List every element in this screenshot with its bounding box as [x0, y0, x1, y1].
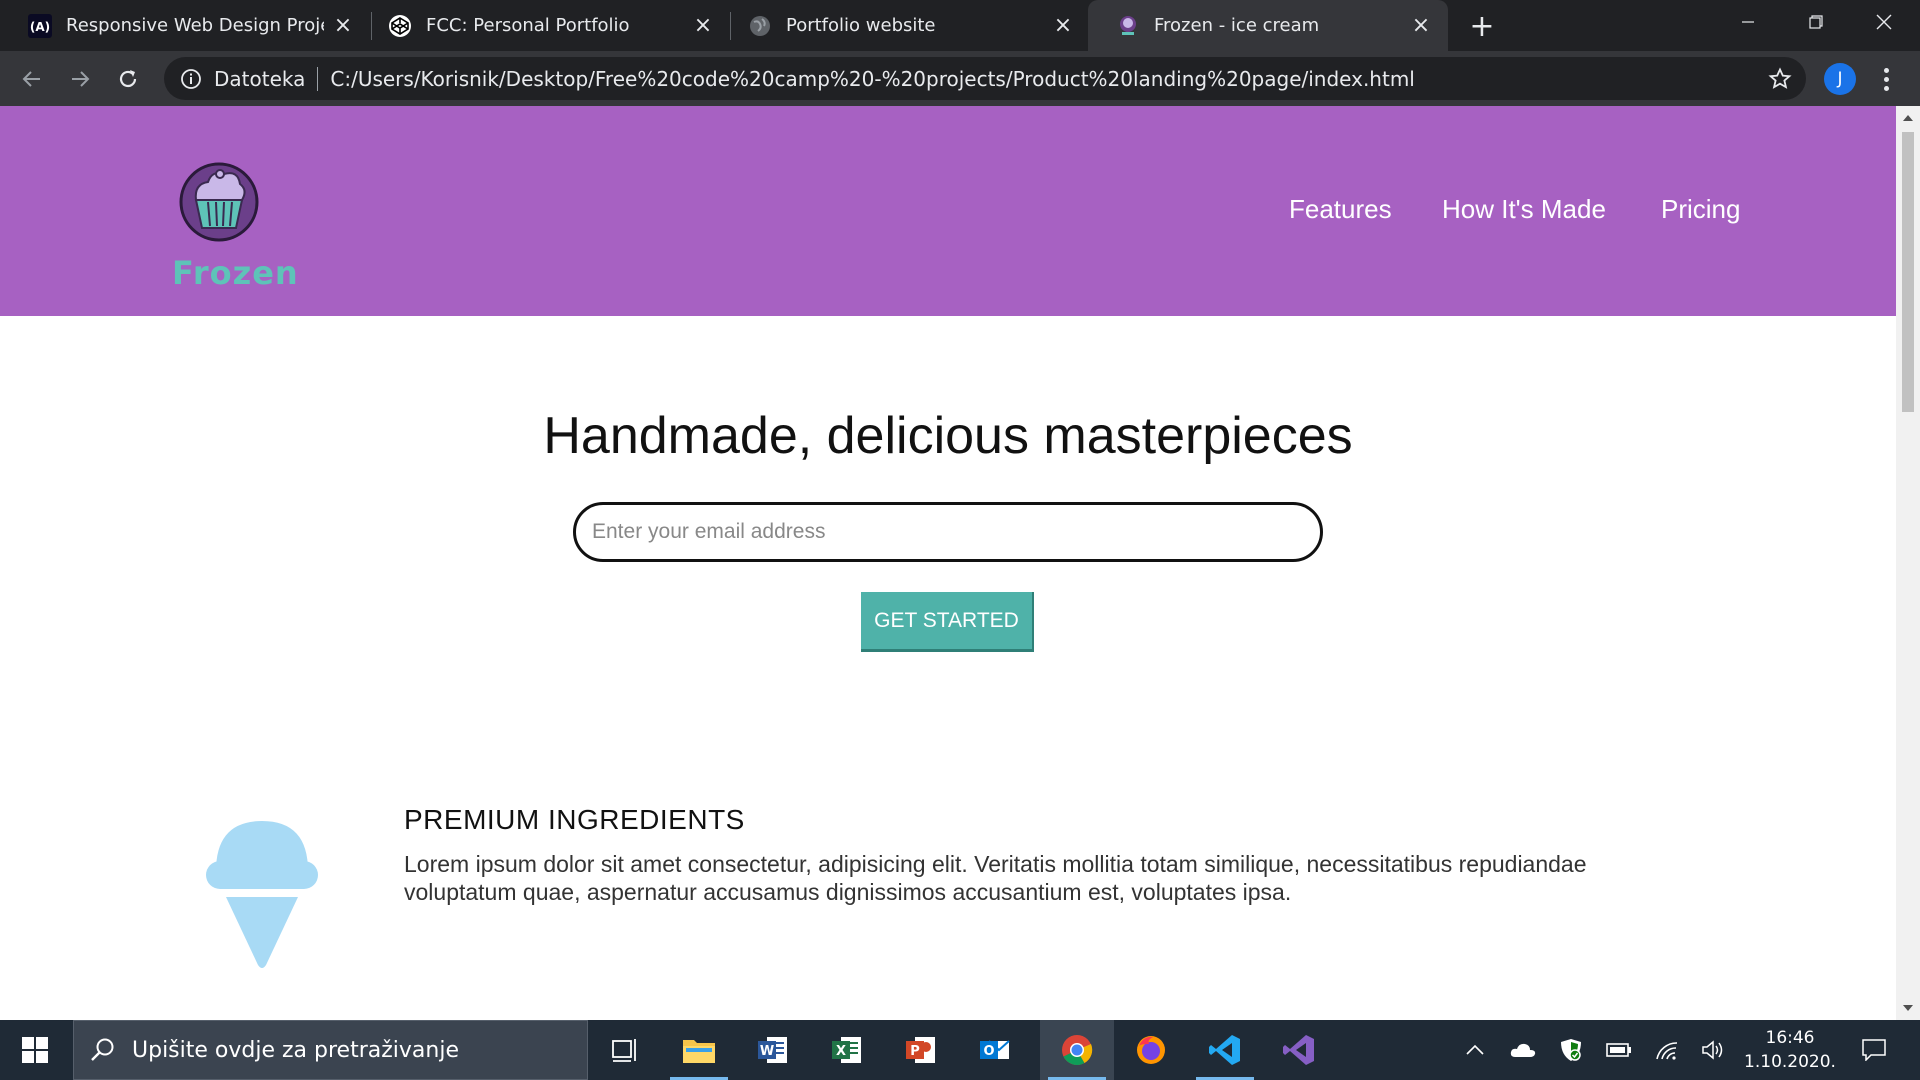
ice-cream-icon: [204, 813, 320, 973]
restore-button[interactable]: [1782, 0, 1850, 44]
svg-text:X: X: [836, 1044, 846, 1059]
visual-studio-icon[interactable]: [1262, 1020, 1336, 1080]
taskbar-search-box[interactable]: Upišite ovdje za pretraživanje: [73, 1020, 588, 1080]
address-bar[interactable]: Datoteka C:/Users/Korisnik/Desktop/Free%…: [164, 57, 1806, 100]
close-tab-icon[interactable]: ×: [332, 13, 354, 38]
chrome-icon[interactable]: [1040, 1020, 1114, 1080]
outlook-icon[interactable]: O: [958, 1020, 1032, 1080]
tab-title: Portfolio website: [786, 15, 936, 36]
tab-frozen-ice-cream[interactable]: Frozen - ice cream ×: [1088, 0, 1448, 51]
codepen-icon: [388, 14, 412, 38]
svg-text:(A): (A): [30, 20, 50, 34]
search-icon: [90, 1037, 116, 1063]
svg-text:O: O: [983, 1044, 994, 1059]
new-tab-button[interactable]: +: [1466, 9, 1498, 44]
tab-title: FCC: Personal Portfolio: [426, 15, 630, 36]
chrome-menu-icon[interactable]: [1872, 63, 1900, 95]
minimize-button[interactable]: [1714, 0, 1782, 44]
search-placeholder: Upišite ovdje za pretraživanje: [132, 1037, 459, 1063]
windows-security-icon[interactable]: [1556, 1020, 1586, 1080]
close-window-button[interactable]: [1850, 0, 1918, 44]
tab-responsive-web-design[interactable]: (A) Responsive Web Design Projects ×: [0, 0, 370, 51]
taskbar-clock[interactable]: 16:46 1.10.2020.: [1730, 1026, 1850, 1074]
info-icon[interactable]: [178, 66, 204, 92]
page-viewport: Frozen Features How It's Made Pricing Ha…: [0, 106, 1896, 1020]
divider: [317, 66, 319, 91]
tab-strip: (A) Responsive Web Design Projects × FCC…: [0, 0, 1920, 51]
hero-title: Handmade, delicious masterpieces: [543, 407, 1353, 465]
powerpoint-icon[interactable]: P: [884, 1020, 958, 1080]
task-view-icon[interactable]: [588, 1020, 662, 1080]
frozen-icon: [1116, 14, 1140, 38]
volume-icon[interactable]: [1698, 1020, 1728, 1080]
back-button[interactable]: [12, 59, 52, 99]
feature-text: Lorem ipsum dolor sit amet consectetur, …: [404, 851, 1587, 905]
show-hidden-icons-icon[interactable]: [1460, 1020, 1490, 1080]
feature-heading: PREMIUM INGREDIENTS: [404, 804, 745, 835]
svg-text:W: W: [760, 1044, 774, 1059]
page-scheme-label: Datoteka: [214, 66, 306, 91]
clock-date: 1.10.2020.: [1744, 1052, 1836, 1072]
reload-button[interactable]: [108, 59, 148, 99]
page-scrollbar[interactable]: [1896, 106, 1920, 1020]
main-nav: Features How It's Made Pricing: [0, 194, 1896, 230]
tab-fcc-personal-portfolio[interactable]: FCC: Personal Portfolio ×: [360, 0, 730, 51]
close-tab-icon[interactable]: ×: [692, 13, 714, 38]
wifi-icon[interactable]: [1652, 1020, 1682, 1080]
forward-button[interactable]: [60, 59, 100, 99]
tab-title: Frozen - ice cream: [1154, 15, 1320, 36]
bookmark-star-icon[interactable]: [1766, 65, 1794, 93]
action-center-icon[interactable]: [1854, 1020, 1894, 1080]
windows-start-icon[interactable]: [0, 1020, 70, 1080]
globe-icon: [748, 14, 772, 38]
excel-icon[interactable]: X: [810, 1020, 884, 1080]
clock-time: 16:46: [1765, 1028, 1815, 1048]
scroll-up-icon[interactable]: [1896, 108, 1920, 128]
firefox-icon[interactable]: [1114, 1020, 1188, 1080]
windows-taskbar: Upišite ovdje za pretraživanje W X P O 1…: [0, 1020, 1920, 1080]
nav-link-how-its-made[interactable]: How It's Made: [1442, 194, 1606, 225]
close-tab-icon[interactable]: ×: [1410, 13, 1432, 38]
svg-text:P: P: [910, 1044, 920, 1059]
browser-toolbar: Datoteka C:/Users/Korisnik/Desktop/Free%…: [0, 51, 1920, 106]
word-icon[interactable]: W: [736, 1020, 810, 1080]
close-tab-icon[interactable]: ×: [1052, 13, 1074, 38]
battery-icon[interactable]: [1604, 1020, 1634, 1080]
onedrive-icon[interactable]: [1508, 1020, 1538, 1080]
nav-link-pricing[interactable]: Pricing: [1661, 194, 1740, 225]
site-header: Frozen Features How It's Made Pricing: [0, 106, 1896, 316]
nav-link-features[interactable]: Features: [1289, 194, 1392, 225]
scroll-down-icon[interactable]: [1896, 998, 1920, 1018]
freecodecamp-icon: (A): [28, 13, 52, 38]
scrollbar-thumb[interactable]: [1902, 132, 1914, 412]
get-started-button[interactable]: GET STARTED: [861, 592, 1034, 652]
profile-avatar[interactable]: J: [1824, 63, 1856, 95]
tab-title: Responsive Web Design Projects: [66, 15, 324, 36]
tab-portfolio-website[interactable]: Portfolio website ×: [720, 0, 1090, 51]
brand-name: Frozen: [172, 254, 299, 292]
url-text: C:/Users/Korisnik/Desktop/Free%20code%20…: [330, 66, 1415, 91]
vscode-icon[interactable]: [1188, 1020, 1262, 1080]
file-explorer-icon[interactable]: [662, 1020, 736, 1080]
email-input[interactable]: [573, 502, 1323, 562]
